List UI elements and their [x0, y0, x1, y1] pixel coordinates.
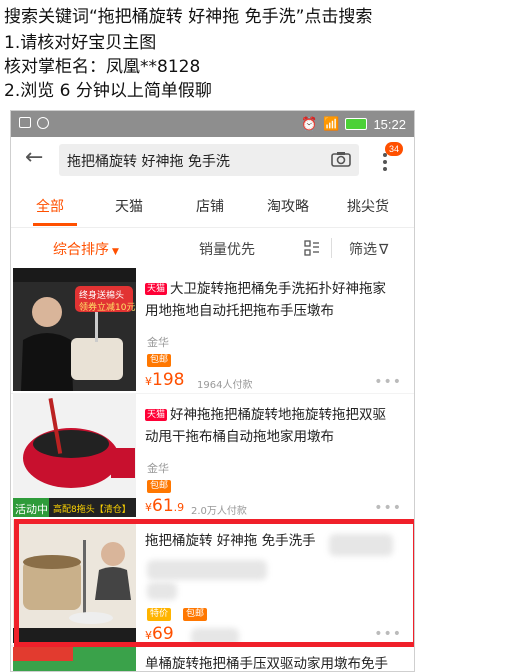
- instruction-line-1: 搜索关键词“拖把桶旋转 好神拖 免手洗”点击搜索: [4, 7, 373, 27]
- tab-shops[interactable]: 店铺: [196, 196, 224, 216]
- more-options-icon[interactable]: •••: [374, 500, 402, 516]
- gallery-icon: [19, 117, 31, 128]
- product-title-text: 好神拖拖把桶旋转地拖旋转拖把双驱动甩干拖布桶自动拖地家用墩布: [145, 407, 387, 445]
- promo-text-2: 领券立减10元: [79, 303, 136, 313]
- grid-view-icon[interactable]: [304, 240, 320, 256]
- filter-icon: ∇: [379, 242, 389, 258]
- price-value: 61: [152, 496, 174, 516]
- status-time: 15:22: [373, 116, 406, 132]
- alarm-icon: ⏰: [301, 116, 318, 131]
- promo-label-activity: 活动中: [15, 503, 48, 516]
- divider: [331, 238, 332, 258]
- camera-icon[interactable]: [331, 151, 351, 167]
- tab-premium[interactable]: 挑尖货: [347, 196, 389, 216]
- product-title-text: 大卫旋转拖把桶免手洗拓扑好神拖家用地拖地自动托把拖布手压墩布: [145, 281, 387, 319]
- product-price: ¥198: [145, 370, 185, 390]
- sales-count: 2.0万人付款: [191, 506, 247, 517]
- shop-location: 金华: [147, 462, 169, 475]
- price-value: 198: [152, 370, 185, 390]
- wifi-icon: 📶: [323, 116, 340, 131]
- highlight-box: [14, 519, 414, 647]
- product-item-1[interactable]: 终身送棉头 领券立减10元 天猫 大卫旋转拖把桶免手洗拓扑好神拖家用地拖地自动托把…: [11, 268, 414, 393]
- search-query: 拖把桶旋转 好神拖 免手洗: [67, 154, 230, 170]
- phone-screenshot: ⏰ 📶 15:22 ← 拖把桶旋转 好神拖 免手洗 34 全部 天猫 店铺 淘攻…: [10, 110, 415, 672]
- product-title-text: 单桶旋转拖把桶手压双驱动家用墩布免手: [145, 656, 388, 672]
- free-shipping-tag: 包邮: [147, 480, 172, 493]
- product-title: 天猫 好神拖拖把桶旋转地拖旋转拖把双驱动甩干拖布桶自动拖地家用墩布: [145, 404, 395, 448]
- notification-icon: [37, 117, 49, 129]
- filter-label: 筛选: [349, 242, 377, 258]
- status-bar: ⏰ 📶 15:22: [11, 111, 414, 137]
- product-item-4-partial[interactable]: 单桶旋转拖把桶手压双驱动家用墩布免手: [11, 647, 414, 672]
- instruction-line-2: 1.请核对好宝贝主图: [4, 33, 157, 53]
- battery-icon: [345, 118, 368, 130]
- free-shipping-tag: 包邮: [147, 354, 172, 367]
- price-decimal: .9: [173, 501, 185, 514]
- category-tabs: 全部 天猫 店铺 淘攻略 挑尖货: [11, 183, 414, 228]
- back-arrow-icon[interactable]: ←: [25, 145, 43, 170]
- tmall-badge: 天猫: [145, 409, 168, 421]
- caret-down-icon: ▼: [112, 247, 119, 257]
- sort-sales[interactable]: 销量优先: [199, 239, 255, 259]
- tab-tmall[interactable]: 天猫: [115, 196, 143, 216]
- search-header: ← 拖把桶旋转 好神拖 免手洗 34: [11, 137, 414, 183]
- product-image: [13, 647, 136, 671]
- product-image: 终身送棉头 领券立减10元: [13, 268, 136, 391]
- active-tab-indicator: [33, 223, 77, 226]
- product-price: ¥61.9: [145, 496, 185, 516]
- search-input[interactable]: 拖把桶旋转 好神拖 免手洗: [59, 144, 359, 176]
- shop-location: 金华: [147, 336, 169, 349]
- sales-count: 1964人付款: [197, 380, 253, 391]
- instruction-line-3: 核对掌柜名：凤凰**8128: [4, 57, 201, 77]
- filter-button[interactable]: 筛选 ∇: [349, 239, 388, 259]
- promo-label-config: 高配8拖头【清仓】: [53, 505, 131, 515]
- product-item-2[interactable]: 活动中 高配8拖头【清仓】 天猫 好神拖拖把桶旋转地拖旋转拖把双驱动甩干拖布桶自动…: [11, 394, 414, 519]
- sort-bar: 综合排序 ▼ 销量优先 筛选 ∇: [11, 228, 414, 269]
- tab-guides[interactable]: 淘攻略: [267, 196, 309, 216]
- instruction-line-4: 2.浏览 6 分钟以上简单假聊: [4, 81, 212, 101]
- product-image: 活动中 高配8拖头【清仓】: [13, 394, 136, 517]
- tmall-badge: 天猫: [145, 283, 168, 295]
- sort-comprehensive-label: 综合排序: [53, 242, 109, 258]
- tab-all[interactable]: 全部: [36, 196, 64, 216]
- message-count-badge: 34: [385, 142, 403, 156]
- more-icon[interactable]: [381, 153, 389, 177]
- more-options-icon[interactable]: •••: [374, 374, 402, 390]
- product-title: 天猫 大卫旋转拖把桶免手洗拓扑好神拖家用地拖地自动托把拖布手压墩布: [145, 278, 395, 322]
- sort-comprehensive[interactable]: 综合排序 ▼: [53, 239, 119, 259]
